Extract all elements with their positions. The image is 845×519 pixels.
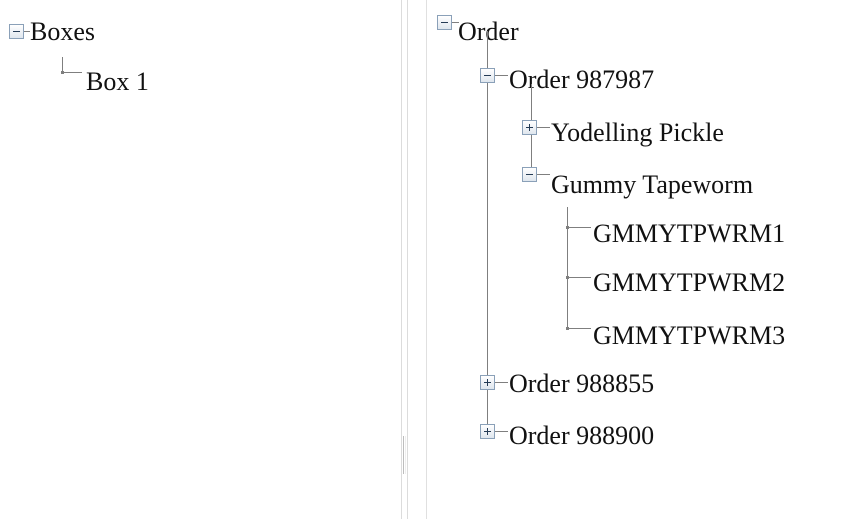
connector-line: [567, 328, 591, 329]
connector-line: [537, 174, 550, 175]
tree-node-order-988900[interactable]: Order 988900: [509, 421, 654, 451]
boxes-collapse-icon[interactable]: [9, 24, 24, 39]
order-987987-collapse-icon[interactable]: [480, 68, 495, 83]
order-988855-expand-icon[interactable]: [480, 375, 495, 390]
pane-splitter[interactable]: [401, 0, 408, 519]
tree-view-window: Boxes Box 1 Order Order 987987 Yodelling…: [0, 0, 845, 519]
connector-dot: [61, 71, 64, 74]
connector-line: [495, 431, 508, 432]
tree-node-gummy-tapeworm[interactable]: Gummy Tapeworm: [551, 170, 753, 200]
order-988900-expand-icon[interactable]: [480, 424, 495, 439]
tree-node-order[interactable]: Order: [458, 17, 519, 47]
connector-line: [495, 75, 508, 76]
tree-node-boxes[interactable]: Boxes: [30, 17, 95, 47]
connector-line: [62, 72, 82, 73]
tree-node-unit[interactable]: GMMYTPWRM3: [593, 321, 785, 351]
order-collapse-icon[interactable]: [437, 15, 452, 30]
connector-line: [567, 277, 591, 278]
tree-node-box-1[interactable]: Box 1: [86, 67, 149, 97]
connector-line: [62, 57, 63, 72]
yodelling-pickle-expand-icon[interactable]: [522, 120, 537, 135]
connector-line: [495, 382, 508, 383]
tree-node-order-988855[interactable]: Order 988855: [509, 369, 654, 399]
connector-line: [567, 227, 591, 228]
tree-node-yodelling-pickle[interactable]: Yodelling Pickle: [551, 118, 724, 148]
tree-node-unit[interactable]: GMMYTPWRM1: [593, 219, 785, 249]
connector-line: [537, 127, 550, 128]
pane-border: [426, 0, 427, 519]
tree-node-unit[interactable]: GMMYTPWRM2: [593, 268, 785, 298]
splitter-grip-icon[interactable]: [403, 436, 406, 474]
gummy-tapeworm-collapse-icon[interactable]: [522, 167, 537, 182]
